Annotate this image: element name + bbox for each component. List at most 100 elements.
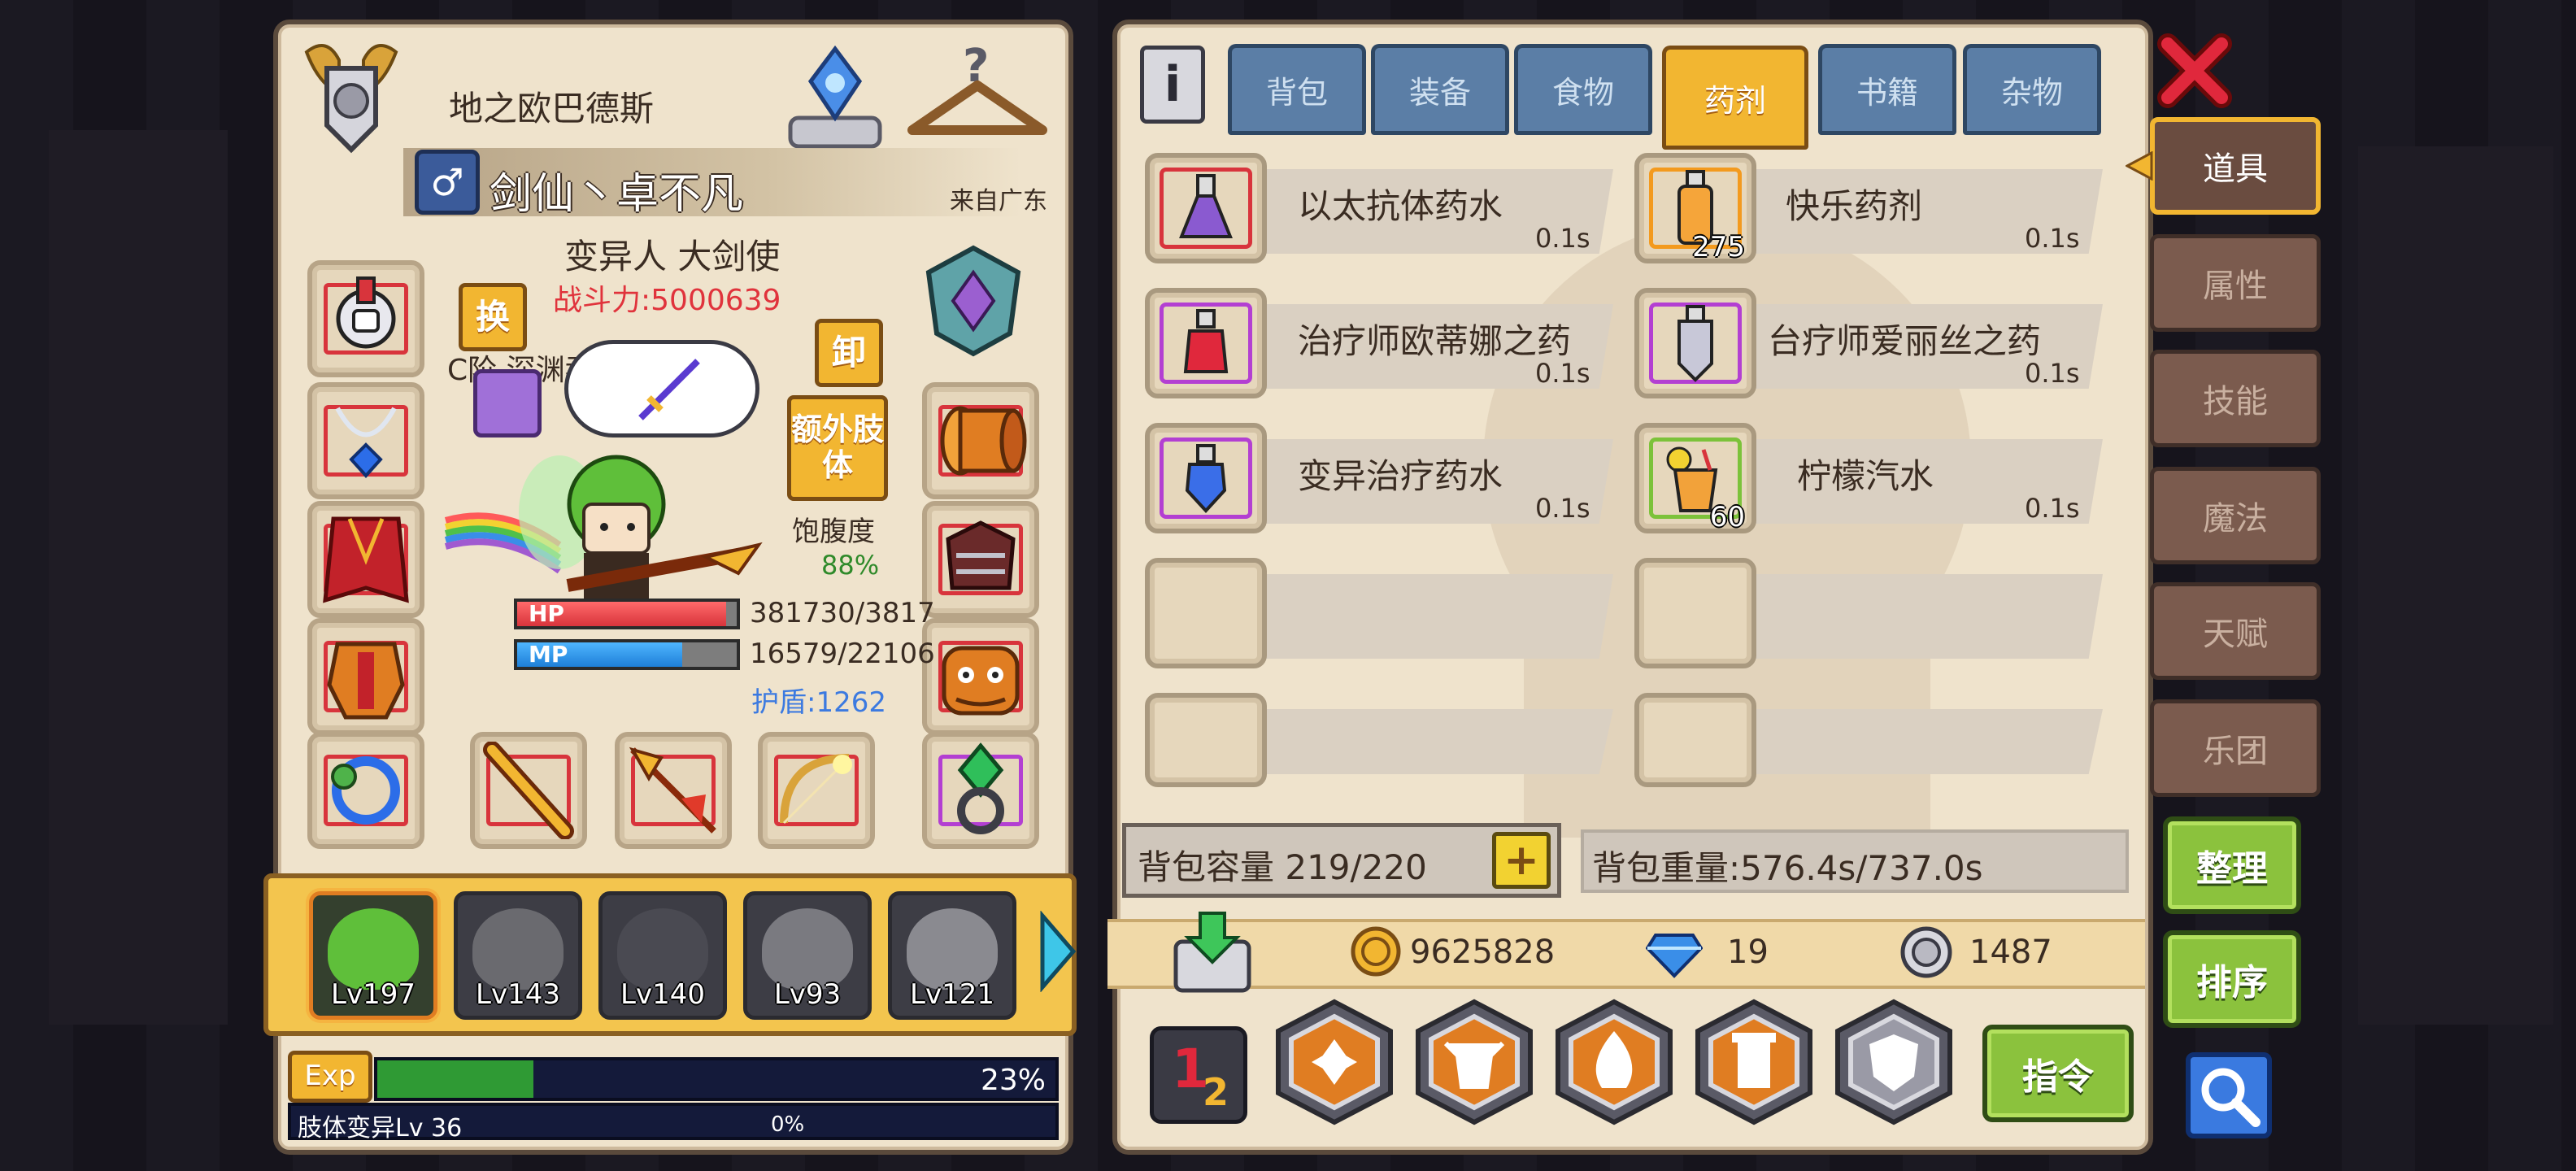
character-sprite [437, 423, 779, 626]
tab-potions[interactable]: 药剂 [1662, 46, 1808, 150]
equip-slot-weapon-1[interactable] [470, 732, 587, 849]
equip-slot-ring[interactable] [307, 732, 424, 849]
bull-skill-icon[interactable] [1413, 999, 1535, 1125]
emerald-ring-icon [927, 737, 1034, 844]
party-level: Lv140 [620, 978, 705, 1011]
expand-capacity-button[interactable]: + [1492, 832, 1551, 889]
organize-button[interactable]: 整理 [2163, 816, 2301, 914]
equip-slot-pet[interactable] [922, 618, 1039, 735]
item-count: 60 [1709, 501, 1745, 533]
empty-item-slot[interactable] [1634, 693, 1756, 787]
unequip-button[interactable]: 卸 [815, 319, 883, 387]
item-slot[interactable]: 60 [1634, 423, 1756, 533]
storage-chest-icon[interactable] [1168, 909, 1257, 999]
item-weight: 0.1s [1535, 223, 1590, 254]
tab-equipment[interactable]: 装备 [1371, 44, 1509, 135]
item-slot[interactable]: 275 [1634, 153, 1756, 263]
party-next-arrow-icon[interactable] [1038, 910, 1078, 993]
empty-item-slot[interactable] [1634, 558, 1756, 668]
extra-limb-button[interactable]: 额外肢体 [787, 395, 888, 501]
tower-skill-icon[interactable] [1693, 999, 1815, 1125]
side-tab-band[interactable]: 乐团 [2150, 699, 2321, 797]
equip-slot-accessory[interactable] [922, 732, 1039, 849]
equip-slot-gloves[interactable] [922, 501, 1039, 618]
party-member-5[interactable]: Lv121 [888, 891, 1016, 1020]
party-level: Lv121 [910, 978, 994, 1011]
side-tab-attributes[interactable]: 属性 [2150, 234, 2321, 332]
tiger-pet-icon [927, 623, 1034, 730]
side-tab-magic[interactable]: 魔法 [2150, 467, 2321, 564]
golden-bow-icon [763, 737, 870, 844]
diamond-amount: 19 [1727, 934, 1769, 971]
side-tab-talents[interactable]: 天赋 [2150, 582, 2321, 680]
party-avatar [617, 908, 708, 990]
tab-misc[interactable]: 杂物 [1963, 44, 2101, 135]
exp-bar-fill [377, 1060, 533, 1098]
bottle-potion-icon [1150, 293, 1262, 394]
shield-skill-icon[interactable] [1833, 999, 1955, 1125]
tab-backpack[interactable]: 背包 [1228, 44, 1366, 135]
diamond-icon [1645, 927, 1704, 979]
ring-icon [312, 737, 420, 844]
item-slot[interactable] [1145, 288, 1267, 398]
item-slot[interactable] [1145, 153, 1267, 263]
party-level: Lv143 [476, 978, 560, 1011]
item-weight: 0.1s [2025, 358, 2080, 389]
flame-skill-icon[interactable] [1553, 999, 1675, 1125]
party-strip: Lv197 Lv143 Lv140 Lv93 Lv121 [263, 873, 1077, 1036]
capacity-label: 背包容量 219/220 [1138, 847, 1427, 887]
exp-bar: 23% [374, 1057, 1059, 1101]
player-origin: 来自广东 [950, 187, 1047, 215]
rank-emblem-icon [302, 36, 400, 158]
side-tab-items[interactable]: 道具 [2150, 117, 2321, 215]
equip-slot-weapon-3[interactable] [758, 732, 875, 849]
party-avatar [472, 908, 564, 990]
party-avatar [907, 908, 998, 990]
empty-item-slot[interactable] [1145, 558, 1267, 668]
equip-slot-bracer[interactable] [922, 382, 1039, 499]
crystal-pedestal-icon[interactable] [782, 41, 888, 155]
shuriken-skill-icon[interactable] [1273, 999, 1395, 1125]
class-title: 变异人 大剑使 [564, 237, 781, 276]
tab-books[interactable]: 书籍 [1818, 44, 1956, 135]
item-slot[interactable] [1145, 423, 1267, 533]
search-icon[interactable] [2186, 1052, 2272, 1138]
equip-slot-cape[interactable] [307, 501, 424, 618]
item-name: 变异治疗药水 [1298, 456, 1503, 496]
background-building [2358, 146, 2553, 1025]
hp-bar: HP [514, 599, 740, 629]
party-member-2[interactable]: Lv143 [454, 891, 582, 1020]
weight-box: 背包重量:576.4s/737.0s [1581, 829, 2129, 893]
tab-food[interactable]: 食物 [1514, 44, 1652, 135]
crystal-vial-icon [1639, 293, 1751, 394]
satiety-label: 饱腹度 [792, 516, 875, 548]
side-tab-skills[interactable]: 技能 [2150, 350, 2321, 447]
sort-button[interactable]: 排序 [2163, 930, 2301, 1028]
item-name: 以太抗体药水 [1298, 186, 1503, 226]
hanger-help-icon[interactable]: ? [904, 40, 1051, 155]
active-tab-pointer-icon [2124, 150, 2153, 181]
party-member-3[interactable]: Lv140 [598, 891, 727, 1020]
party-member-1[interactable]: Lv197 [309, 891, 437, 1020]
info-icon[interactable]: i [1140, 46, 1205, 124]
mp-label: MP [529, 641, 568, 668]
satiety-value: 88% [821, 550, 880, 581]
item-slot[interactable] [1634, 288, 1756, 398]
party-member-4[interactable]: Lv93 [743, 891, 872, 1020]
switch-set-1-2-button[interactable]: 12 [1150, 1026, 1247, 1124]
equip-slot-helmet[interactable] [307, 260, 424, 377]
empty-item-slot[interactable] [1145, 693, 1267, 787]
red-cape-icon [312, 506, 420, 613]
equip-slot-armor[interactable] [307, 618, 424, 735]
close-icon[interactable] [2156, 33, 2233, 109]
rank-shield-icon[interactable] [920, 244, 1026, 358]
silver-amount: 1487 [1969, 934, 2052, 971]
svg-text:2: 2 [1203, 1070, 1229, 1114]
command-button[interactable]: 指令 [1982, 1025, 2134, 1122]
swap-button[interactable]: 换 [459, 283, 527, 351]
equip-slot-weapon-2[interactable] [615, 732, 732, 849]
item-weight: 0.1s [1535, 358, 1590, 389]
item-name: 台疗师爱丽丝之药 [1768, 321, 2042, 361]
background-building [49, 130, 228, 1025]
equip-slot-necklace[interactable] [307, 382, 424, 499]
